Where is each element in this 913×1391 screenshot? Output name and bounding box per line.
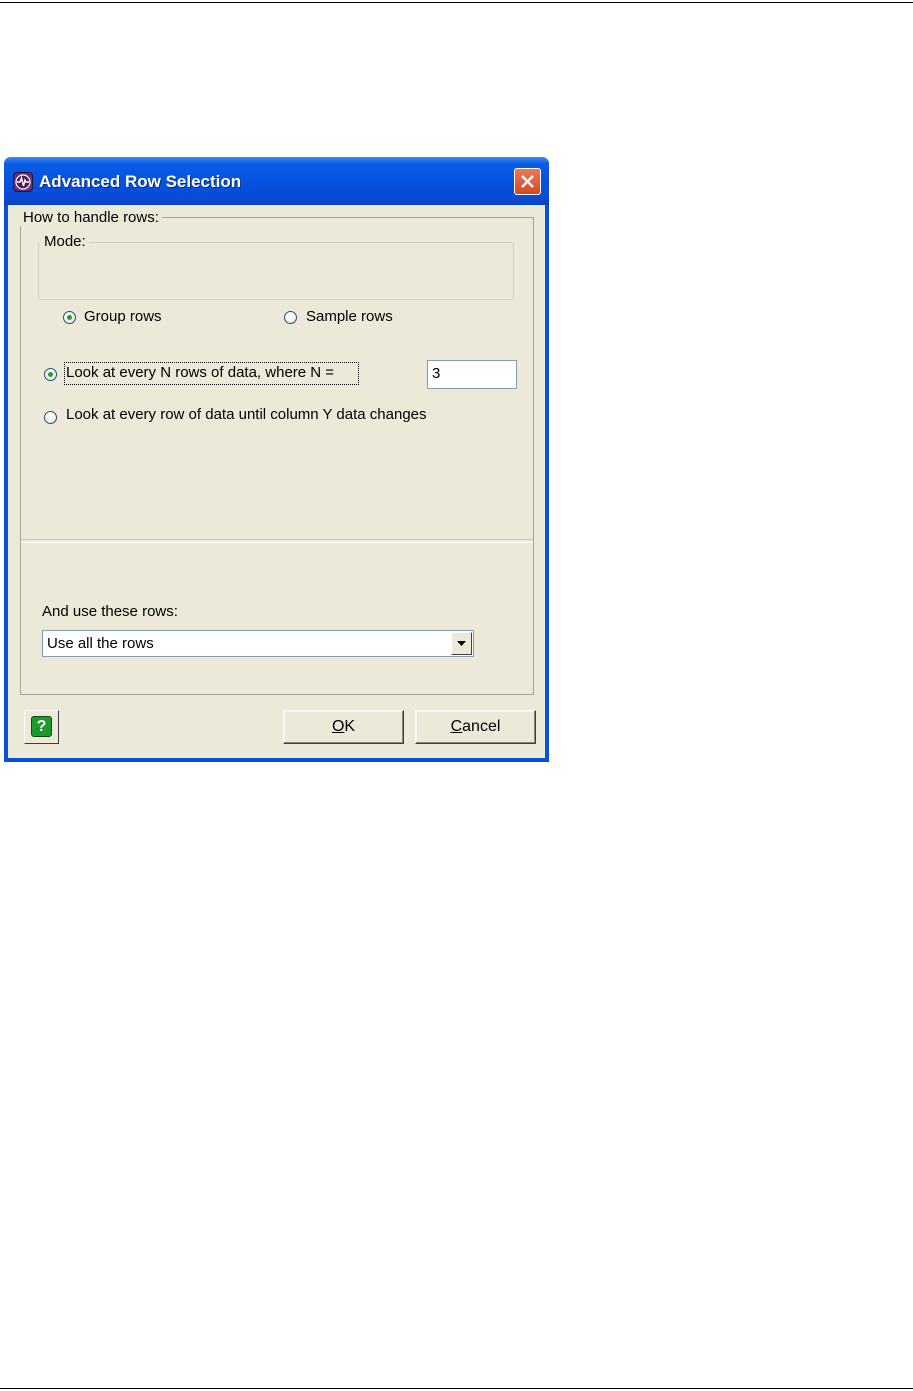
n-rows-label[interactable]: Look at every N rows of data, where N = [66,364,334,381]
cancel-button[interactable]: Cancel [415,710,536,744]
dialog-body: How to handle rows: Mode: Group rows Sam… [8,205,545,758]
mode-groupbox [38,242,514,300]
group-rows-label[interactable]: Group rows [84,308,162,325]
waveform-icon [13,172,33,192]
ok-accelerator: O [331,718,345,735]
window-title: Advanced Row Selection [39,172,242,191]
title-bar[interactable]: Advanced Row Selection [4,157,549,205]
group-rows-radio[interactable] [63,311,76,324]
until-change-radio[interactable] [44,411,57,424]
ok-button[interactable]: OK [283,710,404,744]
sample-rows-label[interactable]: Sample rows [306,308,393,325]
cancel-accelerator: C [450,718,463,735]
until-change-label[interactable]: Look at every row of data until column Y… [66,406,427,423]
use-rows-value: Use all the rows [47,635,154,652]
help-button[interactable]: ? [24,710,59,744]
use-rows-dropdown[interactable]: Use all the rows [42,630,474,657]
close-button[interactable] [514,168,541,195]
chevron-down-icon [457,641,466,646]
help-icon: ? [31,716,52,737]
cancel-label: ancel [462,718,501,735]
dialog-window: Advanced Row Selection How to handle row… [4,157,549,762]
close-icon [521,175,534,188]
ok-label: K [344,718,356,735]
rows-group-legend: How to handle rows: [20,209,162,226]
dropdown-arrow-button[interactable] [451,632,472,655]
page-top-rule [0,2,913,3]
n-rows-radio[interactable] [44,368,57,381]
sample-rows-radio[interactable] [284,311,297,324]
n-value-input[interactable]: 3 [427,360,517,389]
mode-group-legend: Mode: [41,233,89,250]
page-bottom-rule [0,1388,913,1389]
panel-divider [21,539,533,543]
use-rows-label: And use these rows: [42,603,178,620]
